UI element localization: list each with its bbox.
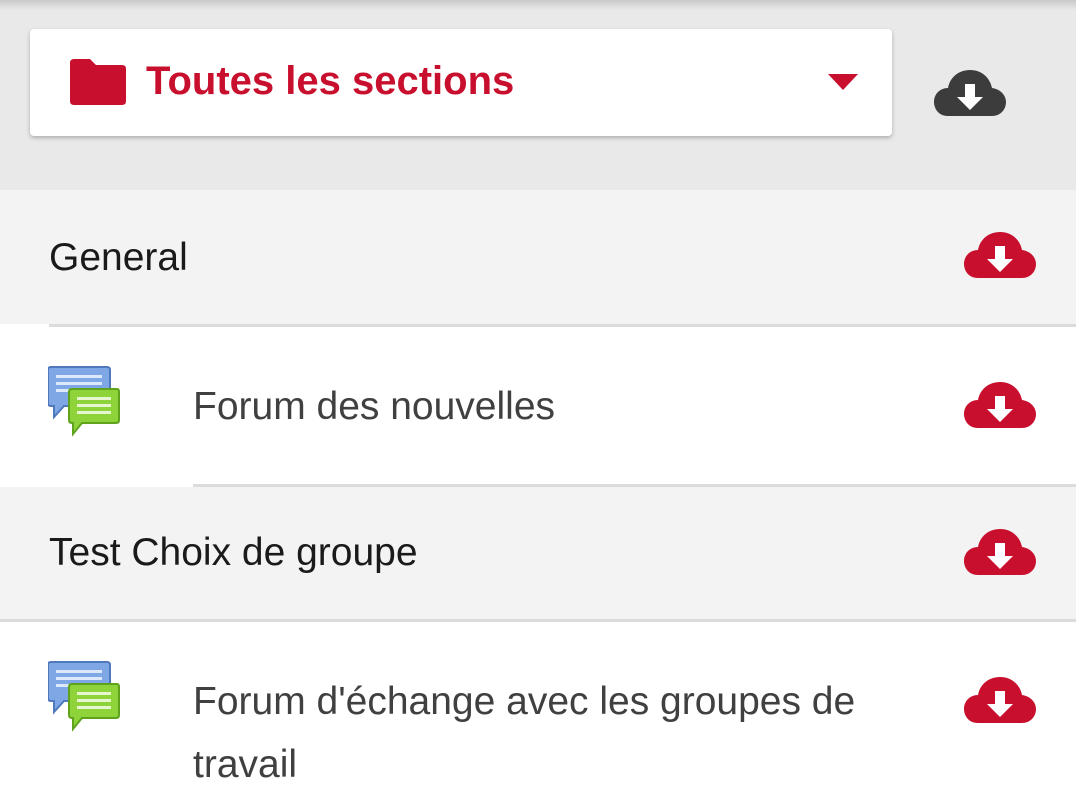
section-title: Test Choix de groupe bbox=[49, 531, 418, 574]
section-download-button[interactable] bbox=[964, 529, 1036, 577]
section-download-button[interactable] bbox=[964, 232, 1036, 280]
download-all-button[interactable] bbox=[934, 70, 1006, 118]
section-title: General bbox=[49, 236, 188, 279]
forum-icon bbox=[48, 660, 120, 732]
module-row-forum-nouvelles[interactable]: Forum des nouvelles bbox=[0, 327, 1076, 484]
caret-down-icon bbox=[828, 74, 858, 90]
section-row-test-choix[interactable]: Test Choix de groupe bbox=[0, 487, 1076, 619]
forum-icon bbox=[48, 365, 120, 437]
module-title: Forum des nouvelles bbox=[193, 385, 556, 428]
module-download-button[interactable] bbox=[964, 677, 1036, 725]
header-shadow bbox=[0, 0, 1076, 10]
section-select[interactable]: Toutes les sections bbox=[30, 29, 892, 136]
module-download-button[interactable] bbox=[964, 382, 1036, 430]
section-select-label: Toutes les sections bbox=[146, 59, 515, 103]
module-row-forum-echange[interactable]: Forum d'échange avec les groupes de trav… bbox=[0, 622, 1076, 795]
folder-icon bbox=[70, 59, 126, 105]
section-row-general[interactable]: General bbox=[0, 190, 1076, 324]
module-title-line-2: travail bbox=[193, 743, 298, 786]
module-title-line-1: Forum d'échange avec les groupes de bbox=[193, 680, 856, 723]
header-bar: Toutes les sections bbox=[0, 0, 1076, 190]
